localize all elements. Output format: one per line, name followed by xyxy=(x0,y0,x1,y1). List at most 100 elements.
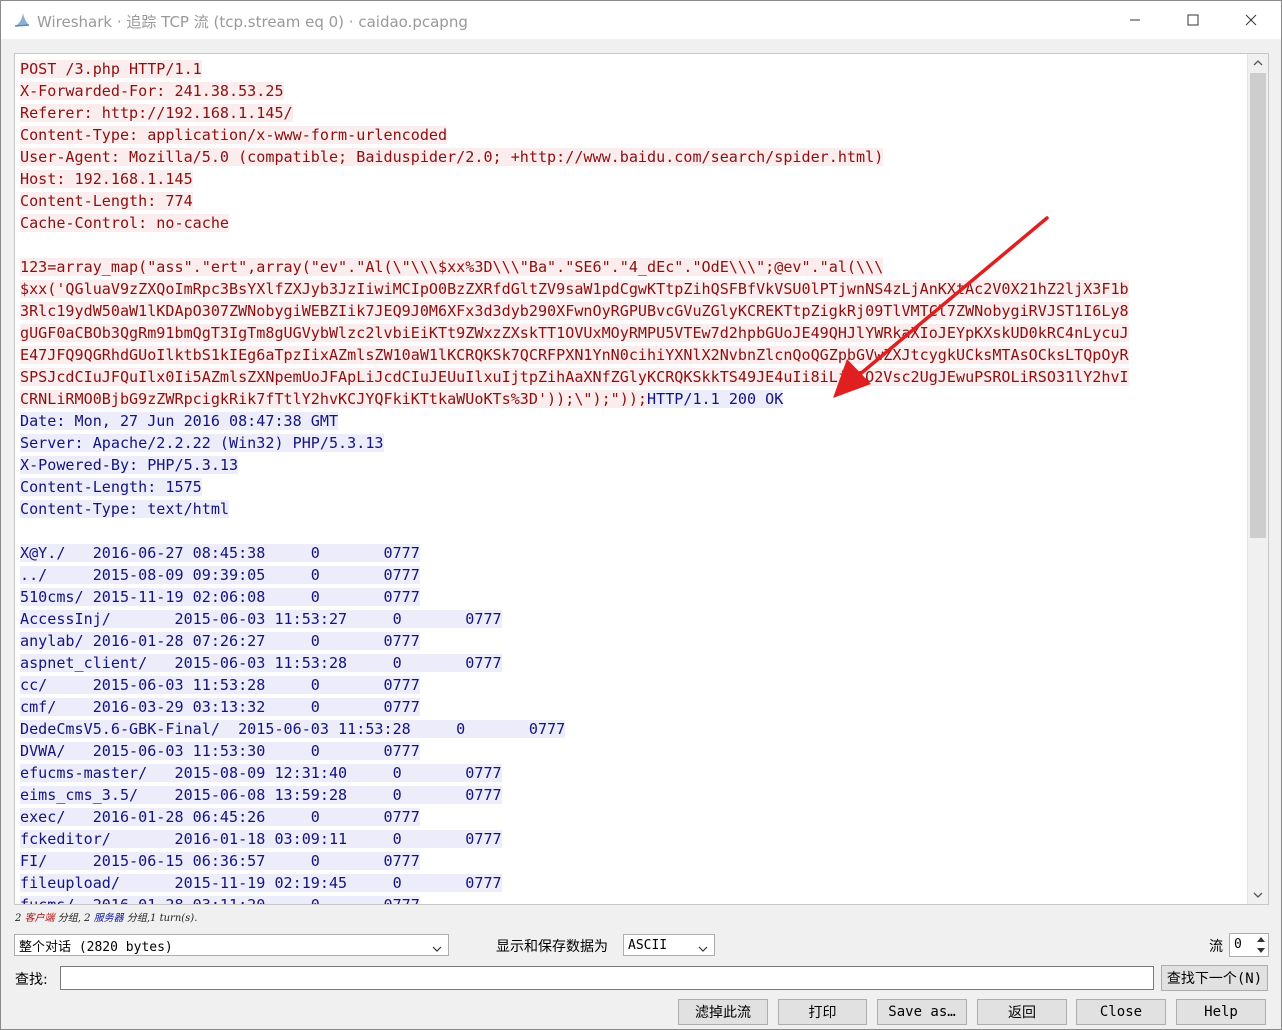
client-text: Content-Length: 774 xyxy=(20,192,193,210)
server-text: anylab/ 2016-01-28 07:26:27 0 0777 xyxy=(20,632,420,650)
wireshark-fin-icon xyxy=(13,11,31,29)
stream-number-spinbox[interactable]: 0 xyxy=(1229,933,1269,957)
stream-line: User-Agent: Mozilla/5.0 (compatible; Bai… xyxy=(20,146,1246,168)
conversation-select-value: 整个对话 (2820 bytes) xyxy=(19,939,173,955)
stream-number-value: 0 xyxy=(1234,937,1242,952)
stream-line: Content-Type: application/x-www-form-url… xyxy=(20,124,1246,146)
stream-line: DedeCmsV5.6-GBK-Final/ 2015-06-03 11:53:… xyxy=(20,718,1246,740)
stream-line: Host: 192.168.1.145 xyxy=(20,168,1246,190)
server-text: AccessInj/ 2015-06-03 11:53:27 0 0777 xyxy=(20,610,502,628)
server-text: X-Powered-By: PHP/5.3.13 xyxy=(20,456,239,474)
server-text: exec/ 2016-01-28 06:45:26 0 0777 xyxy=(20,808,420,826)
server-text: eims_cms_3.5/ 2015-06-08 13:59:28 0 0777 xyxy=(20,786,502,804)
maximize-button[interactable] xyxy=(1164,1,1222,39)
stream-line: Referer: http://192.168.1.145/ xyxy=(20,102,1246,124)
stream-line: FI/ 2015-06-15 06:36:57 0 0777 xyxy=(20,850,1246,872)
server-text: Content-Type: text/html xyxy=(20,500,230,518)
stream-line xyxy=(20,520,1246,542)
stream-text: POST /3.php HTTP/1.1 X-Forwarded-For: 241… xyxy=(20,58,1246,904)
stream-line: aspnet_client/ 2015-06-03 11:53:28 0 077… xyxy=(20,652,1246,674)
stream-line: $xx('QGluaV9zZXQoImRpc3BsYXlfZXJyb3JzIiw… xyxy=(20,278,1246,300)
window-title: Wireshark · 追踪 TCP 流 (tcp.stream eq 0) ·… xyxy=(37,13,468,31)
client-text: 3Rlc19ydW50aW1lKDApO307ZWNobygiWEBZIik7J… xyxy=(20,302,1129,320)
stream-line: Server: Apache/2.2.22 (Win32) PHP/5.3.13 xyxy=(20,432,1246,454)
stream-line: E47JFQ9QGRhdGUoIlktbS1kIEg6aTpzIixAZmlsZ… xyxy=(20,344,1246,366)
client-text: CRNLiRMO0BjbG9zZWRpcigkRik7fTtlY2hvKCJYQ… xyxy=(20,390,648,408)
server-text: fckeditor/ 2016-01-18 03:09:11 0 0777 xyxy=(20,830,502,848)
server-text: DVWA/ 2015-06-03 11:53:30 0 0777 xyxy=(20,742,420,760)
show-as-select[interactable]: ASCII xyxy=(623,934,715,956)
client-text: Content-Type: application/x-www-form-url… xyxy=(20,126,448,144)
client-text: X-Forwarded-For: 241.38.53.25 xyxy=(20,82,284,100)
stream-line: 510cms/ 2015-11-19 02:06:08 0 0777 xyxy=(20,586,1246,608)
stream-line: efucms-master/ 2015-08-09 12:31:40 0 077… xyxy=(20,762,1246,784)
server-text: FI/ 2015-06-15 06:36:57 0 0777 xyxy=(20,852,420,870)
stream-line: fckeditor/ 2016-01-18 03:09:11 0 0777 xyxy=(20,828,1246,850)
chevron-down-icon xyxy=(432,941,442,956)
server-text: ../ 2015-08-09 09:39:05 0 0777 xyxy=(20,566,420,584)
server-text: fucms/ 2016-01-28 03:11:20 0 0777 xyxy=(20,896,420,904)
server-text: cmf/ 2016-03-29 03:13:32 0 0777 xyxy=(20,698,420,716)
close-window-button[interactable] xyxy=(1222,1,1280,39)
server-text: Content-Length: 1575 xyxy=(20,478,202,496)
stream-line: ../ 2015-08-09 09:39:05 0 0777 xyxy=(20,564,1246,586)
server-text: aspnet_client/ 2015-06-03 11:53:28 0 077… xyxy=(20,654,502,672)
stream-line: AccessInj/ 2015-06-03 11:53:27 0 0777 xyxy=(20,608,1246,630)
stream-line: X-Forwarded-For: 241.38.53.25 xyxy=(20,80,1246,102)
scroll-up-arrow-icon[interactable] xyxy=(1248,54,1268,72)
server-text: Date: Mon, 27 Jun 2016 08:47:38 GMT xyxy=(20,412,339,430)
server-text: HTTP/1.1 200 OK xyxy=(647,390,784,408)
stream-line xyxy=(20,234,1246,256)
find-next-button[interactable]: 查找下一个(N) xyxy=(1161,965,1268,991)
stream-line: Content-Length: 1575 xyxy=(20,476,1246,498)
filter-out-stream-button[interactable]: 滤掉此流 xyxy=(678,999,768,1025)
print-button[interactable]: 打印 xyxy=(778,999,867,1025)
client-text: gUGF0aCBOb3QgRm91bmQgT3IgTm8gUGVybWlzc2l… xyxy=(20,324,1129,342)
find-input[interactable] xyxy=(60,966,1154,990)
conversation-select[interactable]: 整个对话 (2820 bytes) xyxy=(14,934,449,956)
show-as-select-value: ASCII xyxy=(628,937,668,953)
stream-line: anylab/ 2016-01-28 07:26:27 0 0777 xyxy=(20,630,1246,652)
stream-line: exec/ 2016-01-28 06:45:26 0 0777 xyxy=(20,806,1246,828)
client-label: 客户端 xyxy=(24,913,55,924)
scroll-down-arrow-icon[interactable] xyxy=(1248,886,1268,904)
show-as-label: 显示和保存数据为 xyxy=(496,939,608,955)
stats-mid: 分组, xyxy=(57,913,81,924)
close-button[interactable]: Close xyxy=(1076,999,1166,1025)
vertical-scrollbar[interactable] xyxy=(1247,54,1268,904)
minimize-button[interactable] xyxy=(1106,1,1164,39)
stream-content-pane[interactable]: POST /3.php HTTP/1.1 X-Forwarded-For: 241… xyxy=(14,53,1269,905)
client-text: User-Agent: Mozilla/5.0 (compatible; Bai… xyxy=(20,148,884,166)
spin-up-icon[interactable] xyxy=(1254,934,1268,945)
client-text: Cache-Control: no-cache xyxy=(20,214,230,232)
stream-line: DVWA/ 2015-06-03 11:53:30 0 0777 xyxy=(20,740,1246,762)
chevron-down-icon xyxy=(698,941,708,956)
stream-line: Cache-Control: no-cache xyxy=(20,212,1246,234)
stream-line: Date: Mon, 27 Jun 2016 08:47:38 GMT xyxy=(20,410,1246,432)
client-text: E47JFQ9QGRhdGUoIlktbS1kIEg6aTpzIixAZmlsZ… xyxy=(20,346,1129,364)
stream-number-label: 流 xyxy=(1209,939,1223,955)
stream-line: fileupload/ 2015-11-19 02:19:45 0 0777 xyxy=(20,872,1246,894)
stream-line: gUGF0aCBOb3QgRm91bmQgT3IgTm8gUGVybWlzc2l… xyxy=(20,322,1246,344)
stats-tail: 分组,1 turn(s). xyxy=(126,913,198,924)
client-text: POST /3.php HTTP/1.1 xyxy=(20,60,202,78)
stream-line: eims_cms_3.5/ 2015-06-08 13:59:28 0 0777 xyxy=(20,784,1246,806)
stream-line: Content-Length: 774 xyxy=(20,190,1246,212)
spin-down-icon[interactable] xyxy=(1254,945,1268,956)
server-text: Server: Apache/2.2.22 (Win32) PHP/5.3.13 xyxy=(20,434,384,452)
stream-line: SPSJcdCIuJFQuIlx0Ii5AZmlsZXNpemUoJFApLiJ… xyxy=(20,366,1246,388)
follow-tcp-stream-window: Wireshark · 追踪 TCP 流 (tcp.stream eq 0) ·… xyxy=(0,0,1282,1030)
client-text: SPSJcdCIuJFQuIlx0Ii5AZmlsZXNpemUoJFApLiJ… xyxy=(20,368,1129,386)
stream-line: POST /3.php HTTP/1.1 xyxy=(20,58,1246,80)
server-text: cc/ 2015-06-03 11:53:28 0 0777 xyxy=(20,676,420,694)
stream-line: X-Powered-By: PHP/5.3.13 xyxy=(20,454,1246,476)
server-text: 510cms/ 2015-11-19 02:06:08 0 0777 xyxy=(20,588,420,606)
server-text: efucms-master/ 2015-08-09 12:31:40 0 077… xyxy=(20,764,502,782)
save-as-button[interactable]: Save as… xyxy=(877,999,967,1025)
client-text: 123=array_map("ass"."ert",array("ev"."Al… xyxy=(20,258,884,276)
back-button[interactable]: 返回 xyxy=(977,999,1067,1025)
help-button[interactable]: Help xyxy=(1176,999,1266,1025)
stream-stats: 2 客户端 分组, 2 服务器 分组,1 turn(s). xyxy=(15,909,197,924)
stream-line: CRNLiRMO0BjbG9zZWRpcigkRik7fTtlY2hvKCJYQ… xyxy=(20,388,1246,410)
scrollbar-thumb[interactable] xyxy=(1250,73,1266,538)
